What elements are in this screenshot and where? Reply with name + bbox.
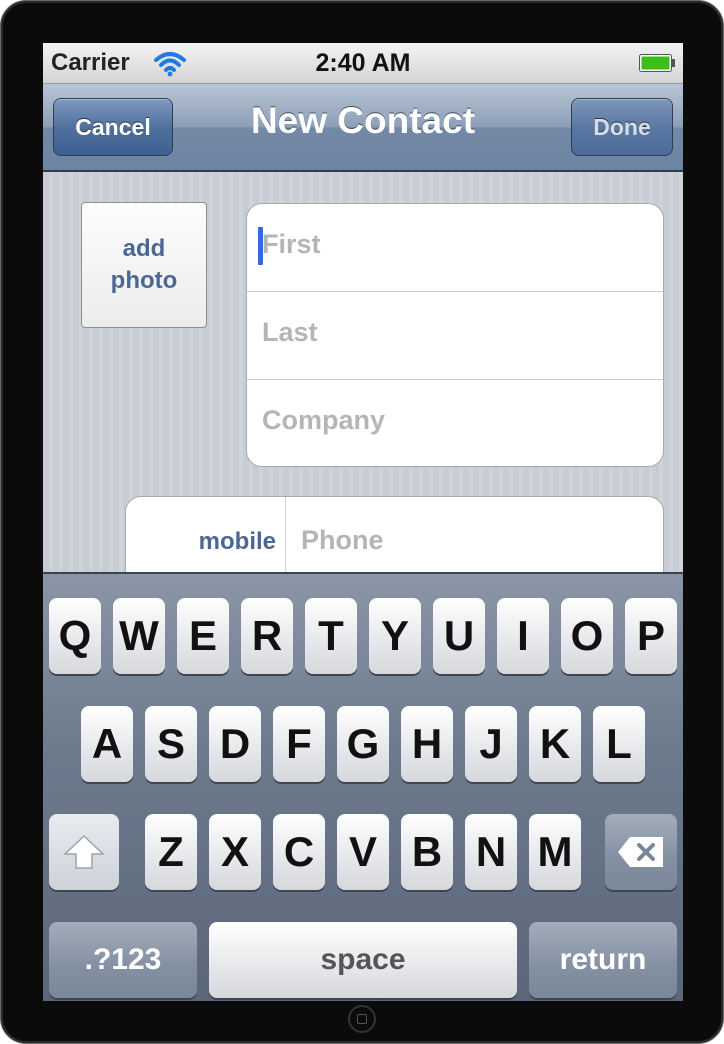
add-photo-label-line2: photo: [110, 267, 178, 294]
key-t[interactable]: T: [305, 598, 357, 674]
key-a[interactable]: A: [81, 706, 133, 782]
key-d[interactable]: D: [209, 706, 261, 782]
first-name-placeholder: First: [262, 229, 321, 259]
last-name-placeholder: Last: [262, 317, 318, 347]
numbers-key-label: .?123: [84, 943, 162, 976]
key-u[interactable]: U: [433, 598, 485, 674]
company-field[interactable]: Company: [247, 380, 663, 466]
add-photo-label-line1: add: [122, 235, 166, 262]
space-key[interactable]: space: [209, 922, 517, 998]
key-f[interactable]: F: [273, 706, 325, 782]
key-z[interactable]: Z: [145, 814, 197, 890]
home-square-icon: [357, 1014, 367, 1024]
page-title: New Contact: [250, 100, 476, 141]
battery-icon: [639, 54, 675, 72]
key-h[interactable]: H: [401, 706, 453, 782]
key-q[interactable]: Q: [49, 598, 101, 674]
key-i[interactable]: I: [497, 598, 549, 674]
key-r[interactable]: R: [241, 598, 293, 674]
return-key-label: return: [559, 943, 647, 976]
status-time: 2:40 AM: [315, 49, 411, 77]
shift-arrow-icon: [63, 834, 105, 869]
key-b[interactable]: B: [401, 814, 453, 890]
phone-placeholder: Phone: [301, 525, 384, 555]
key-o[interactable]: O: [561, 598, 613, 674]
key-w[interactable]: W: [113, 598, 165, 674]
done-button[interactable]: Done: [571, 98, 673, 156]
keyboard: QWERTYUIOP ASDFGHJKL ZXCVBNM .?123 space: [43, 572, 683, 1001]
key-k[interactable]: K: [529, 706, 581, 782]
add-photo-button[interactable]: add photo: [81, 202, 207, 328]
company-placeholder: Company: [262, 405, 386, 435]
shift-key[interactable]: [49, 814, 119, 890]
space-key-label: space: [320, 943, 406, 976]
screen: Carrier 2:40 AM Cancel New Contact Done …: [43, 43, 683, 1001]
key-p[interactable]: P: [625, 598, 677, 674]
key-c[interactable]: C: [273, 814, 325, 890]
delete-key[interactable]: [605, 814, 677, 890]
phone-type-label[interactable]: mobile: [126, 528, 276, 556]
key-m[interactable]: M: [529, 814, 581, 890]
status-bar: Carrier 2:40 AM: [43, 43, 683, 84]
key-j[interactable]: J: [465, 706, 517, 782]
cancel-button[interactable]: Cancel: [53, 98, 173, 156]
name-field-group: First Last Company: [246, 203, 664, 467]
home-button[interactable]: [348, 1005, 376, 1033]
backspace-icon: [618, 837, 663, 867]
navigation-bar: Cancel New Contact Done: [43, 84, 683, 172]
return-key[interactable]: return: [529, 922, 677, 998]
key-n[interactable]: N: [465, 814, 517, 890]
key-s[interactable]: S: [145, 706, 197, 782]
first-name-field[interactable]: First: [247, 204, 663, 292]
numbers-key[interactable]: .?123: [49, 922, 197, 998]
key-e[interactable]: E: [177, 598, 229, 674]
device-frame: Carrier 2:40 AM Cancel New Contact Done …: [0, 0, 724, 1044]
last-name-field[interactable]: Last: [247, 292, 663, 380]
key-v[interactable]: V: [337, 814, 389, 890]
contact-form: add photo First Last Company mobile Phon…: [43, 172, 683, 597]
key-x[interactable]: X: [209, 814, 261, 890]
key-l[interactable]: L: [593, 706, 645, 782]
key-g[interactable]: G: [337, 706, 389, 782]
key-y[interactable]: Y: [369, 598, 421, 674]
